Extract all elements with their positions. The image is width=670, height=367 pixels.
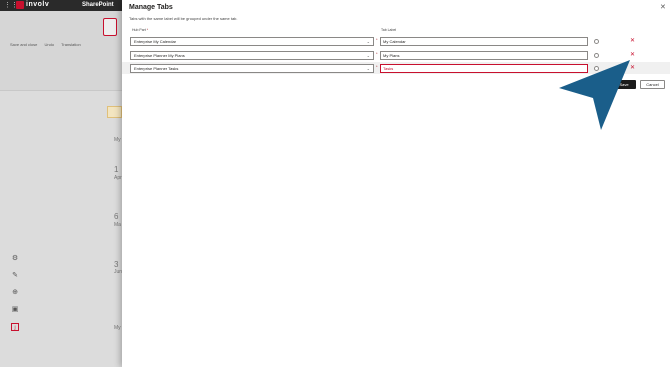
page-details-icon[interactable]: ▣ <box>11 306 19 314</box>
involv-icon[interactable]: j <box>11 323 19 331</box>
close-icon[interactable]: ✕ <box>660 3 666 11</box>
required-marker: * <box>376 64 378 69</box>
chevron-down-icon: ⌄ <box>366 39 370 44</box>
calendar-label: My <box>114 137 121 143</box>
date-day: 3 <box>114 260 119 269</box>
panel-description: Tabs with the same label will be grouped… <box>129 16 238 21</box>
settings-icon[interactable]: ⚙ <box>11 255 19 263</box>
manage-tabs-panel: Manage Tabs ✕ Tabs with the same label w… <box>122 0 670 367</box>
notice-banner <box>107 106 122 118</box>
hub-part-select[interactable]: Enterprise Planner My Plans ⌄ <box>130 51 374 60</box>
date-day: 1 <box>114 165 119 174</box>
required-marker: * <box>146 28 149 32</box>
hub-part-header: Hub Part * <box>132 28 148 32</box>
pointer-arrow-icon <box>559 60 630 130</box>
side-toolbar: ⚙ ✎ ⊕ ▣ j <box>11 255 19 340</box>
hub-part-value: Enterprise My Calendar <box>134 39 177 44</box>
date-month: Apr <box>114 175 122 181</box>
save-and-close-button[interactable]: Save and close <box>10 42 37 47</box>
date-month: Jun <box>114 269 123 275</box>
tab-label-header: Tab Label <box>381 28 397 32</box>
hub-part-select[interactable]: Enterprise Planner Tasks ⌄ <box>130 64 374 73</box>
background-header: Save and close Undo Translation <box>0 11 122 91</box>
required-marker: * <box>376 37 378 42</box>
hub-part-value: Enterprise Planner Tasks <box>134 66 179 71</box>
brand-logo-icon <box>16 1 24 9</box>
app-logo-tile <box>103 18 117 36</box>
delete-row-icon[interactable]: ✕ <box>630 37 635 44</box>
edit-page-icon[interactable]: ✎ <box>11 272 19 280</box>
hub-part-header-label: Hub Part <box>132 28 146 32</box>
date-day: 6 <box>114 212 119 221</box>
required-marker: * <box>376 51 378 56</box>
delete-row-icon[interactable]: ✕ <box>630 51 635 58</box>
tab-label-input[interactable]: My Calendar <box>380 37 588 46</box>
tab-row: Enterprise My Calendar ⌄ * My Calendar ✕ <box>122 35 670 47</box>
hub-part-select[interactable]: Enterprise My Calendar ⌄ <box>130 37 374 46</box>
chevron-down-icon: ⌄ <box>366 53 370 58</box>
bottom-label: My <box>114 325 121 331</box>
hub-part-value: Enterprise Planner My Plans <box>134 53 185 58</box>
default-tab-radio[interactable] <box>594 39 599 44</box>
brand-name: involv <box>26 1 50 8</box>
waffle-icon[interactable]: ⋮⋮ <box>4 2 18 9</box>
undo-button[interactable]: Undo <box>44 42 54 47</box>
translation-button[interactable]: Translation <box>61 42 81 47</box>
background-toolbar: Save and close Undo Translation <box>10 42 87 47</box>
date-month: Ma <box>114 222 121 228</box>
add-icon[interactable]: ⊕ <box>11 289 19 297</box>
panel-title: Manage Tabs <box>129 4 173 11</box>
app-name[interactable]: SharePoint <box>82 2 114 8</box>
chevron-down-icon: ⌄ <box>366 66 370 71</box>
